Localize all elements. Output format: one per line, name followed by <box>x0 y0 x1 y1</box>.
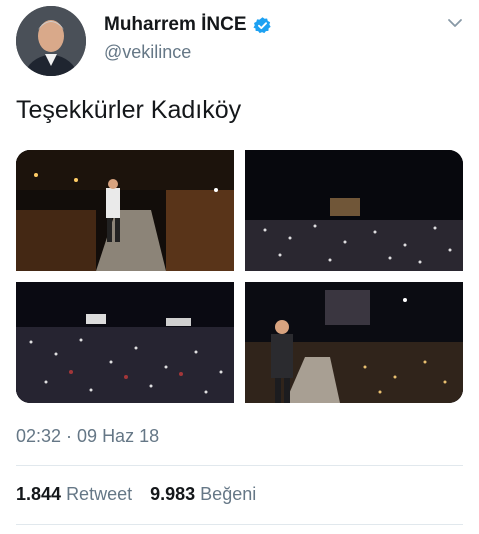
retweet-label: Retweet <box>66 484 133 504</box>
tweet-timestamp[interactable]: 02:32 · 09 Haz 18 <box>16 426 159 447</box>
divider <box>16 465 463 466</box>
divider <box>16 524 463 525</box>
author-name-row: Muharrem İNCE <box>104 14 272 36</box>
like-stat[interactable]: 9.983 Beğeni <box>150 484 256 505</box>
tweet-photo-3[interactable] <box>16 282 234 403</box>
like-count: 9.983 <box>150 484 196 504</box>
avatar-image <box>16 6 86 76</box>
user-handle[interactable]: @vekilince <box>104 42 191 63</box>
media-grid <box>16 150 463 403</box>
tweet-photo-4[interactable] <box>245 282 463 403</box>
tweet-photo-2[interactable] <box>245 150 463 271</box>
retweet-stat[interactable]: 1.844 Retweet <box>16 484 132 505</box>
avatar[interactable] <box>16 6 86 76</box>
chevron-down-icon[interactable] <box>446 14 464 32</box>
display-name[interactable]: Muharrem İNCE <box>104 14 247 36</box>
tweet-stats: 1.844 Retweet 9.983 Beğeni <box>16 484 256 505</box>
verified-badge-icon <box>253 16 271 33</box>
like-label: Beğeni <box>200 484 257 504</box>
tweet-text: Teşekkürler Kadıköy <box>16 96 242 124</box>
retweet-count: 1.844 <box>16 484 62 504</box>
tweet-photo-1[interactable] <box>16 150 234 271</box>
